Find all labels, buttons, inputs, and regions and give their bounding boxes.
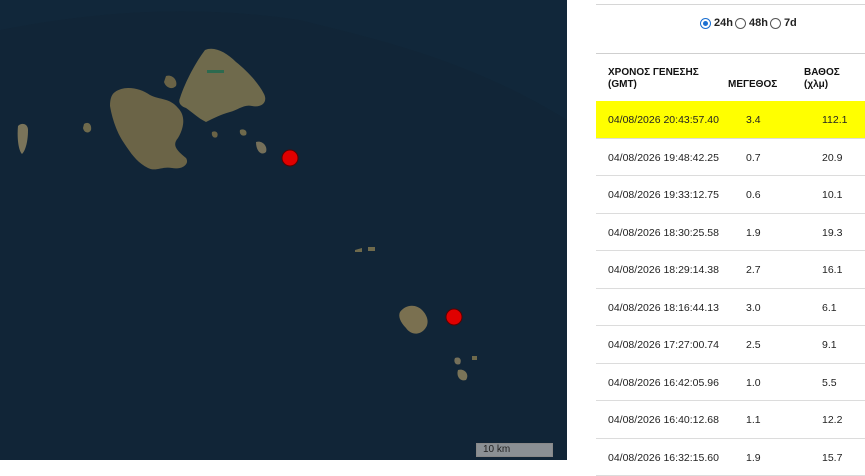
- radio-24h[interactable]: 24h: [700, 17, 733, 29]
- header-magnitude: ΜΕΓΕΘΟΣ: [728, 79, 777, 91]
- table-row[interactable]: 04/08/2026 16:40:12.681.112.2: [596, 401, 865, 439]
- table-row[interactable]: 04/08/2026 16:42:05.961.05.5: [596, 364, 865, 402]
- satellite-map[interactable]: 10 km: [0, 0, 567, 460]
- divider: [596, 4, 865, 5]
- map-terrain: [0, 0, 567, 460]
- time-range-filter: 24h 48h 7d: [700, 17, 799, 29]
- divider: [596, 53, 865, 54]
- earthquake-list-panel: 24h 48h 7d ΧΡΟΝΟΣ ΓΕΝΕΣΗΣ(GMT) ΜΕΓΕΘΟΣ Β…: [567, 0, 865, 460]
- table-row[interactable]: 04/08/2026 18:29:14.382.716.1: [596, 251, 865, 289]
- table-row[interactable]: 04/08/2026 17:27:00.742.59.1: [596, 326, 865, 364]
- table-row[interactable]: 04/08/2026 16:32:15.601.915.7: [596, 439, 865, 476]
- radio-icon[interactable]: [735, 18, 746, 29]
- header-time: ΧΡΟΝΟΣ ΓΕΝΕΣΗΣ(GMT): [608, 67, 699, 91]
- table-row[interactable]: 04/08/2026 19:48:42.250.720.9: [596, 139, 865, 177]
- map-scale-bar: 10 km: [476, 443, 553, 457]
- table-row[interactable]: 04/08/2026 19:33:12.750.610.1: [596, 176, 865, 214]
- radio-selected-icon[interactable]: [700, 18, 711, 29]
- table-row[interactable]: 04/08/2026 18:16:44.133.06.1: [596, 289, 865, 327]
- radio-7d[interactable]: 7d: [770, 17, 797, 29]
- table-row[interactable]: 04/08/2026 20:43:57.403.4112.1: [596, 101, 865, 139]
- radio-icon[interactable]: [770, 18, 781, 29]
- radio-48h[interactable]: 48h: [735, 17, 768, 29]
- header-depth: ΒΑΘΟΣ(χλμ): [804, 67, 840, 91]
- earthquake-table: 04/08/2026 20:43:57.403.4112.1 04/08/202…: [596, 101, 865, 476]
- table-row[interactable]: 04/08/2026 18:30:25.581.919.3: [596, 214, 865, 252]
